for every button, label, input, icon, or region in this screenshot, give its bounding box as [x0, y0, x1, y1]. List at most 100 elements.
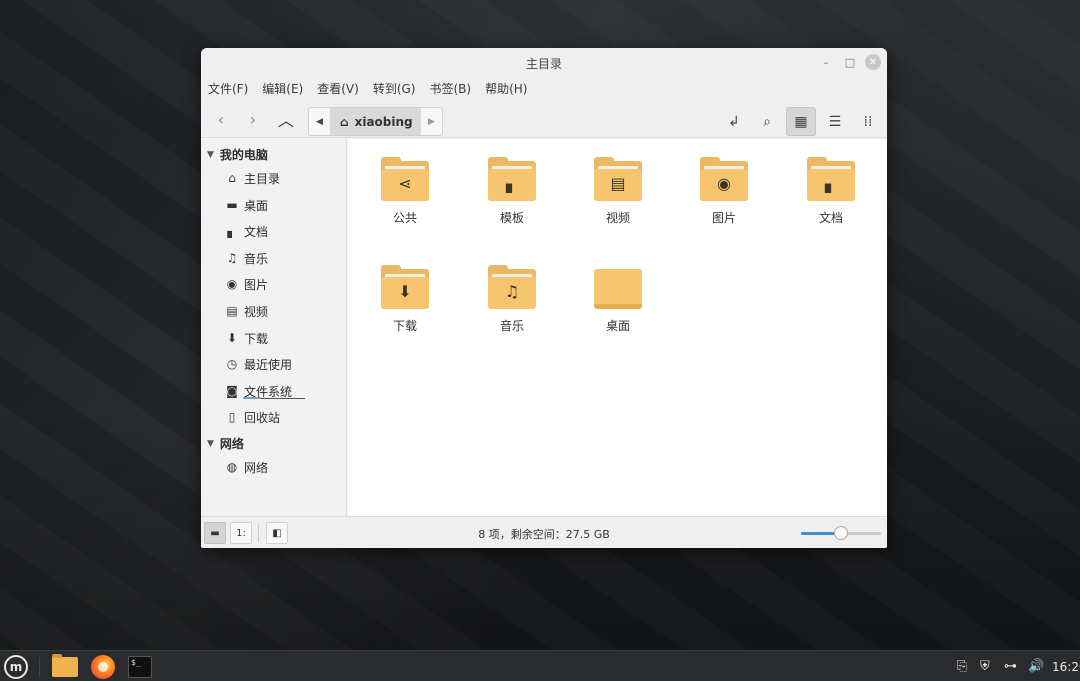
start-menu-button[interactable]: m [2, 654, 30, 680]
list-icon: ☰ [828, 113, 842, 130]
titlebar[interactable]: 主目录 – □ ✕ [201, 48, 887, 76]
menu-edit[interactable]: 编辑(E) [262, 80, 303, 97]
status-text: 8 项，剩余空间：27.5 GB [478, 528, 610, 541]
path-scroll-right-button[interactable]: ▶ [421, 108, 442, 135]
sidebar-item-downloads[interactable]: ⬇ 下载 [225, 328, 268, 348]
menu-help[interactable]: 帮助(H) [485, 80, 527, 97]
sidebar-section-network[interactable]: ▼ 网络 [207, 435, 244, 452]
folder-desktop[interactable]: 桌面 [578, 265, 658, 334]
film-icon: ▤ [226, 304, 238, 318]
shield-icon[interactable]: ⛨ [980, 659, 990, 674]
section-label: 网络 [219, 437, 244, 451]
menu-file[interactable]: 文件(F) [208, 80, 248, 97]
document-icon: ▖ [227, 224, 237, 238]
list-view-button[interactable]: ☰ [820, 107, 850, 136]
triangle-left-icon: ◀ [316, 116, 323, 127]
music-icon: ♫ [226, 251, 238, 265]
compact-view-button[interactable]: ⁞⁞ [853, 107, 883, 136]
sidebar-item-label: 桌面 [244, 198, 269, 213]
menu-bookmarks[interactable]: 书签(B) [429, 80, 471, 97]
breadcrumb-label: xiaobing [354, 114, 413, 129]
firefox-icon [91, 655, 115, 679]
close-button[interactable]: ✕ [865, 54, 881, 70]
sidebar-item-trash[interactable]: ▯ 回收站 [225, 407, 280, 427]
documents-folder-icon: ▖ [807, 157, 855, 201]
folder-music[interactable]: ♫ 音乐 [472, 265, 552, 334]
menubar: 文件(F) 编辑(E) 查看(V) 转到(G) 书签(B) 帮助(H) [201, 76, 887, 100]
taskbar-firefox-button[interactable] [89, 654, 117, 680]
sidebar-item-label: 视频 [244, 304, 269, 319]
sidebar-item-recent[interactable]: ◷ 最近使用 [225, 354, 292, 374]
icon-view-button[interactable]: ▦ [786, 107, 816, 136]
sidebar-item-label: 网络 [244, 460, 269, 475]
sidebar-item-pictures[interactable]: ◉ 图片 [225, 274, 268, 294]
folder-pictures[interactable]: ◉ 图片 [684, 157, 764, 226]
menu-view[interactable]: 查看(V) [317, 80, 359, 97]
disk-usage-fill [243, 397, 261, 399]
video-folder-icon: ▤ [594, 157, 642, 201]
sidebar-item-label: 音乐 [244, 251, 269, 266]
sidebar-item-documents[interactable]: ▖ 文档 [225, 221, 268, 241]
parent-folder-button[interactable]: ︿ [273, 106, 299, 132]
folder-label: 音乐 [499, 319, 524, 333]
zoom-slider-handle[interactable] [834, 526, 848, 540]
taskbar-terminal-button[interactable]: $_ [127, 654, 153, 680]
disk-usage-bar [243, 397, 305, 399]
search-button[interactable]: ⌕ [752, 107, 782, 136]
statusbar: ▬ 1: ◧ 8 项，剩余空间：27.5 GB [201, 516, 887, 548]
taskbar-files-button[interactable] [51, 654, 79, 680]
folder-label: 文档 [818, 211, 843, 225]
volume-icon[interactable]: 🔊 [1028, 659, 1044, 674]
compact-list-icon: ⁞⁞ [863, 113, 873, 130]
search-icon: ⌕ [763, 113, 771, 130]
folder-icon [52, 654, 78, 677]
folder-videos[interactable]: ▤ 视频 [578, 157, 658, 226]
sidebar: ▼ 我的电脑 ⌂ 主目录 ▬ 桌面 ▖ 文档 ♫ 音乐 ◉ 图片 ▤ 视频 ⬇ [201, 139, 347, 516]
folder-public[interactable]: ⋖ 公共 [365, 157, 445, 226]
back-button[interactable]: ‹ [208, 106, 234, 132]
chevron-left-icon: ‹ [217, 109, 225, 129]
sidebar-item-home[interactable]: ⌂ 主目录 [225, 168, 280, 188]
minimize-button[interactable]: – [818, 54, 834, 70]
folder-documents[interactable]: ▖ 文档 [791, 157, 871, 226]
sidebar-item-videos[interactable]: ▤ 视频 [225, 301, 268, 321]
music-folder-icon: ♫ [488, 265, 536, 309]
breadcrumb-home[interactable]: ⌂ xiaobing [330, 108, 421, 135]
clock-icon: ◷ [226, 357, 238, 371]
download-icon: ⬇ [226, 331, 238, 345]
folder-templates[interactable]: ▖ 模板 [472, 157, 552, 226]
clock[interactable]: 16:20 [1052, 660, 1080, 674]
camera-icon: ◉ [226, 277, 238, 291]
sidebar-item-label: 下载 [244, 331, 269, 346]
grid-icon: ▦ [794, 113, 808, 130]
triangle-right-icon: ▶ [428, 116, 435, 127]
maximize-button[interactable]: □ [842, 54, 858, 70]
trash-icon: ▯ [228, 410, 236, 424]
toggle-location-entry-button[interactable]: ↲ [719, 107, 749, 136]
sidebar-item-desktop[interactable]: ▬ 桌面 [225, 195, 268, 215]
terminal-icon: $_ [128, 656, 152, 678]
sidebar-item-music[interactable]: ♫ 音乐 [225, 248, 268, 268]
file-view[interactable]: ⋖ 公共 ▖ 模板 ▤ 视频 ◉ 图片 ▖ 文档 ⬇ 下载 ♫ 音乐 桌面 [348, 139, 887, 516]
drive-icon: ◙ [226, 384, 238, 398]
sidebar-item-label: 最近使用 [244, 357, 293, 372]
sidebar-item-label: 主目录 [244, 171, 281, 186]
window-title: 主目录 [525, 57, 562, 71]
globe-icon: ◍ [226, 460, 238, 474]
folder-downloads[interactable]: ⬇ 下载 [365, 265, 445, 334]
forward-button[interactable]: › [240, 106, 266, 132]
zoom-slider[interactable] [801, 526, 881, 540]
path-scroll-left-button[interactable]: ◀ [309, 108, 330, 135]
folder-label: 模板 [499, 211, 524, 225]
sidebar-item-network[interactable]: ◍ 网络 [225, 457, 268, 477]
network-icon[interactable]: ⊶ [1004, 659, 1017, 674]
desktop-folder-icon [594, 265, 642, 309]
sidebar-section-my-computer[interactable]: ▼ 我的电脑 [207, 146, 268, 163]
folder-label: 桌面 [605, 319, 630, 333]
file-manager-window: 主目录 – □ ✕ 文件(F) 编辑(E) 查看(V) 转到(G) 书签(B) … [201, 48, 887, 548]
menu-go[interactable]: 转到(G) [373, 80, 416, 97]
folder-label: 下载 [392, 319, 417, 333]
expander-down-icon: ▼ [207, 149, 214, 160]
download-folder-icon: ⬇ [381, 265, 429, 309]
clipboard-icon[interactable]: ⎘ [957, 659, 967, 674]
